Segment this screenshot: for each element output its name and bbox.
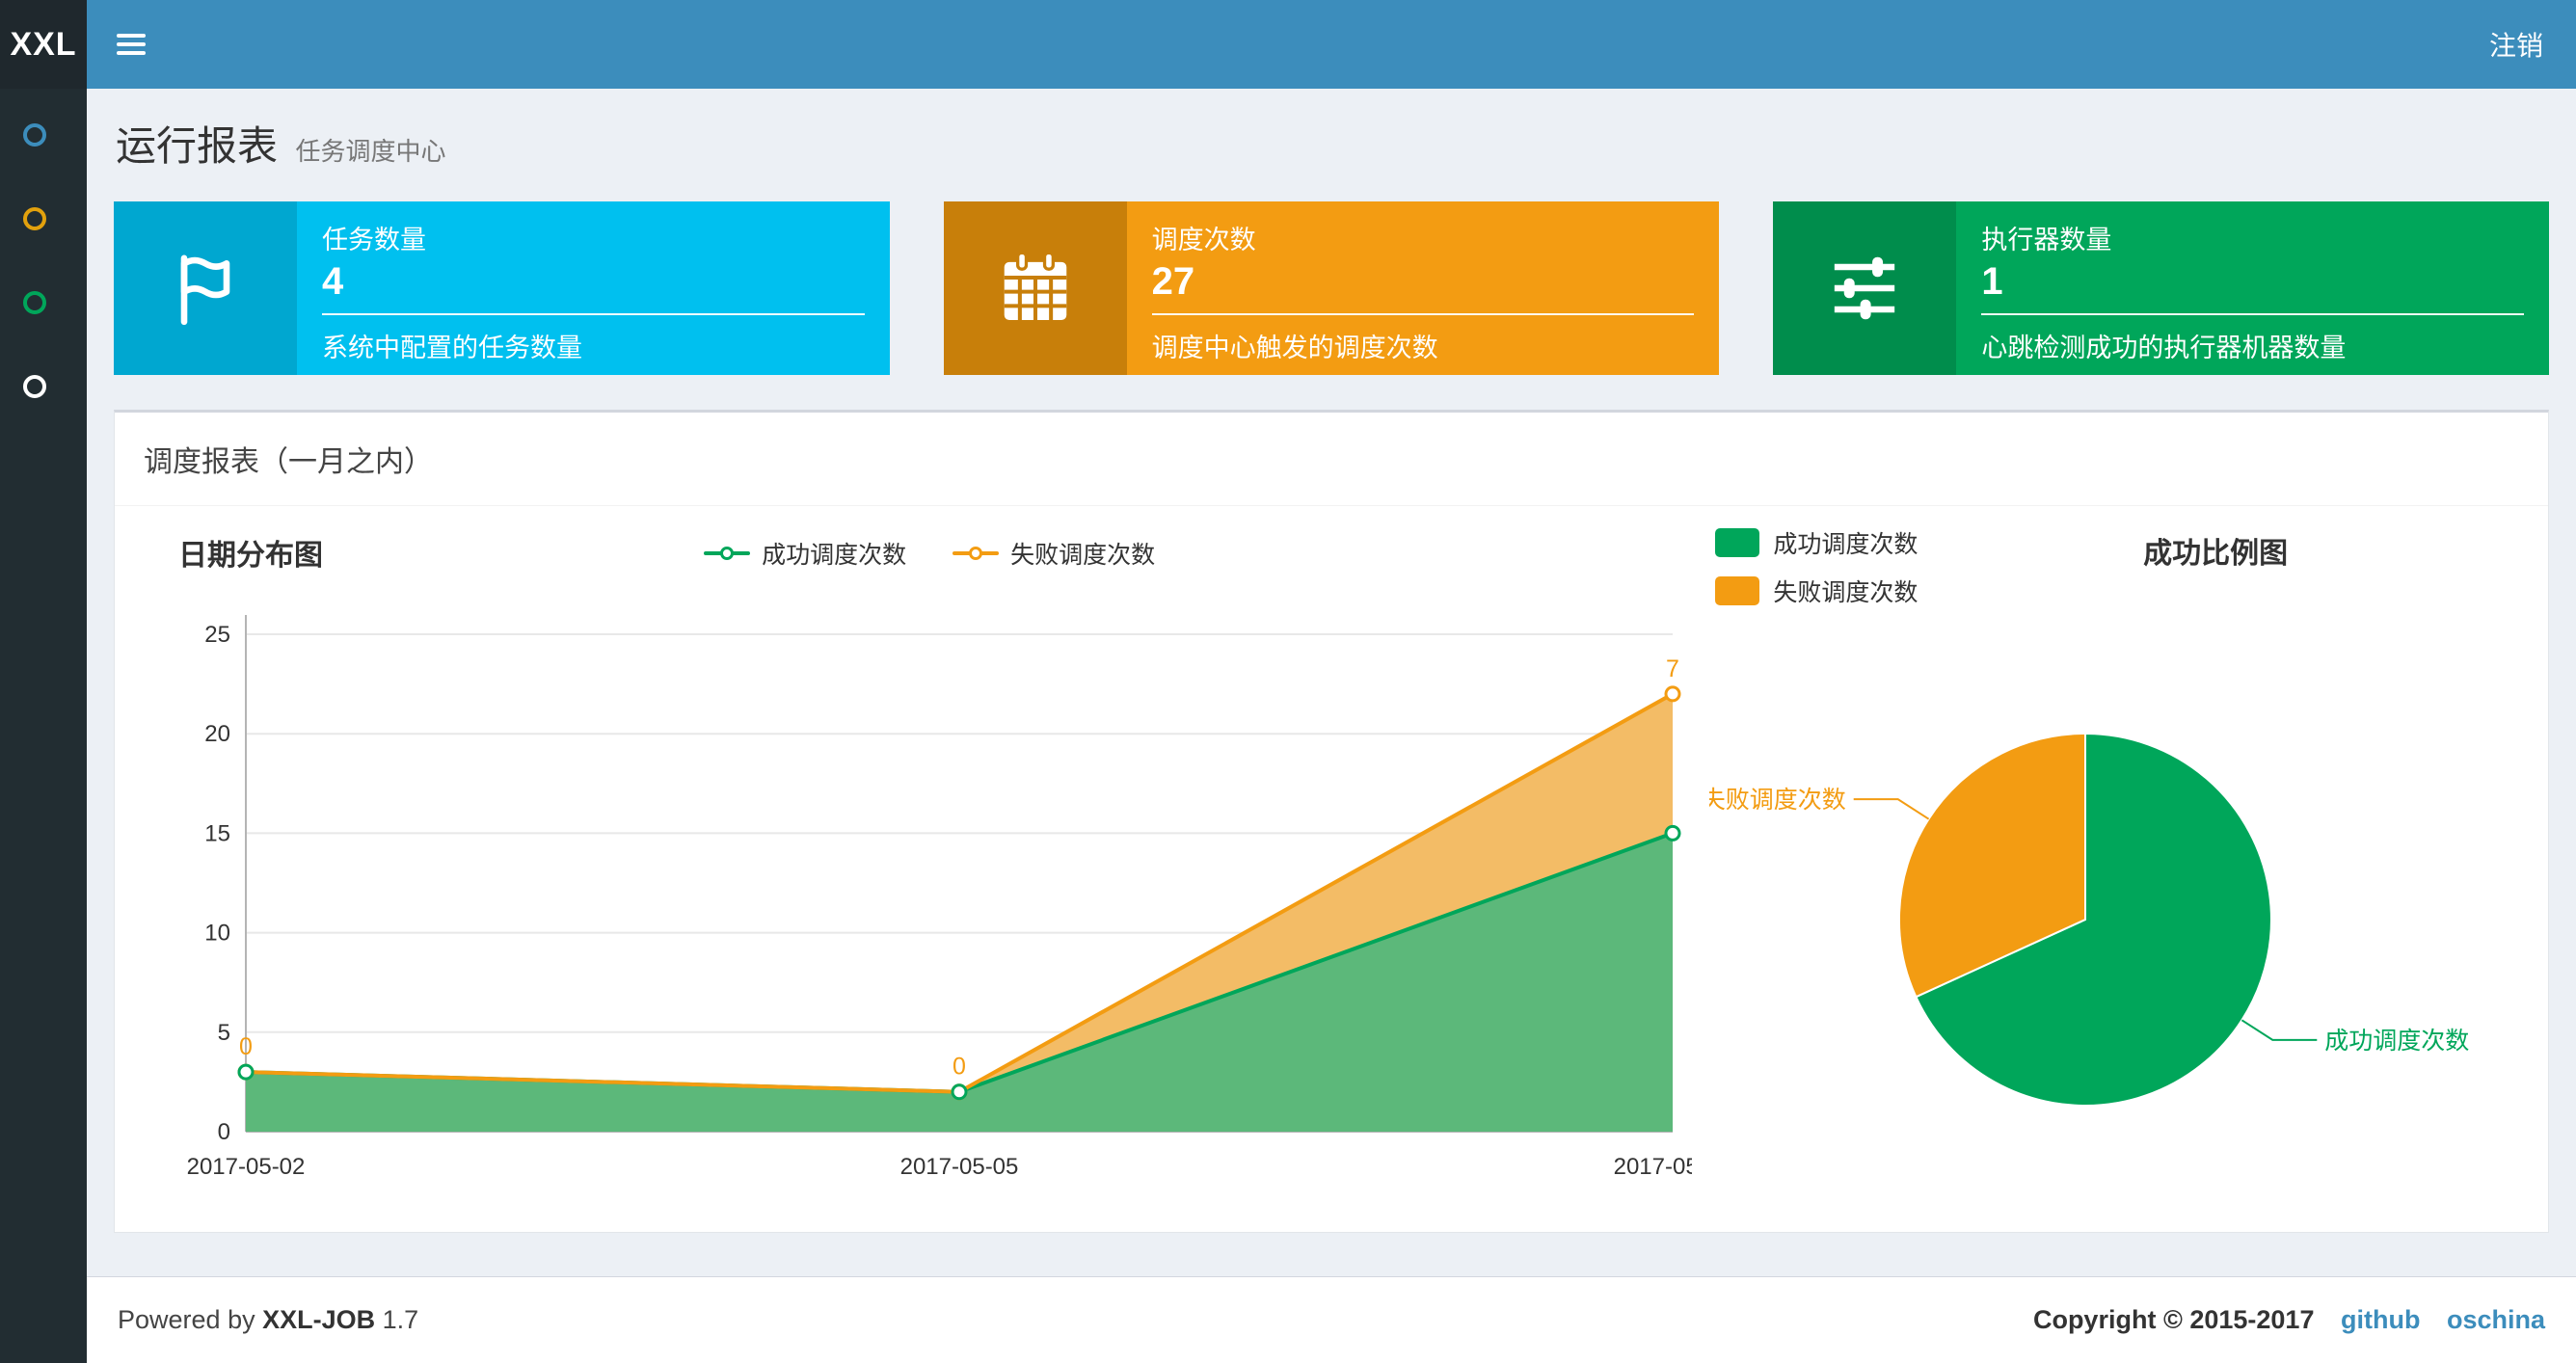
- point-label: 7: [1666, 655, 1679, 682]
- line-chart-title: 日期分布图: [178, 540, 323, 572]
- info-box-description: 系统中配置的任务数量: [322, 334, 582, 362]
- product-name: XXL-JOB: [262, 1305, 376, 1334]
- sidebar-item-executors[interactable]: [0, 344, 87, 428]
- x-tick-label: 2017-05-02: [187, 1154, 306, 1180]
- info-box-title: 执行器数量: [1981, 226, 2112, 254]
- pie-chart-legend: 成功调度次数 失败调度次数: [1709, 525, 1918, 608]
- line-marker-icon: [704, 547, 751, 560]
- info-box-title: 任务数量: [322, 226, 426, 254]
- legend-label: 失败调度次数: [1773, 579, 1919, 606]
- info-box-job-count[interactable]: 任务数量 4 系统中配置的任务数量: [114, 201, 890, 375]
- page-header: 运行报表 任务调度中心: [116, 114, 2547, 173]
- circle-icon: [23, 290, 46, 314]
- legend-item-success[interactable]: 成功调度次数: [704, 536, 906, 571]
- info-box-value: 1: [1981, 260, 2003, 303]
- info-box-value: 27: [1151, 260, 1195, 303]
- github-link[interactable]: github: [2341, 1305, 2420, 1334]
- pie-chart-title: 成功比例图: [2143, 538, 2289, 570]
- legend-label: 成功调度次数: [762, 542, 907, 569]
- flag-icon: [114, 201, 297, 375]
- page-subtitle: 任务调度中心: [295, 137, 446, 166]
- calendar-icon: [943, 201, 1127, 375]
- y-tick-label: 15: [204, 820, 230, 846]
- hamburger-icon: [117, 34, 146, 38]
- info-box-title: 调度次数: [1151, 226, 1256, 254]
- y-tick-label: 25: [204, 622, 230, 648]
- panel-title: 调度报表（一月之内）: [115, 413, 2548, 506]
- success-ratio-section: 成功调度次数 失败调度次数 成功比例图 成功调度次数 失败调度次数: [1702, 525, 2513, 1203]
- sidebar-toggle-button[interactable]: [87, 0, 175, 89]
- legend-item-fail[interactable]: 失败调度次数: [1715, 574, 1918, 608]
- date-distribution-chart: 05101520252017-05-022017-05-052017-05-08…: [187, 615, 1731, 1180]
- legend-item-fail[interactable]: 失败调度次数: [953, 536, 1155, 571]
- legend-label: 成功调度次数: [1773, 531, 1919, 558]
- line-chart-legend: 成功调度次数 失败调度次数: [704, 536, 1155, 571]
- info-box-trigger-count[interactable]: 调度次数 27 调度中心触发的调度次数: [943, 201, 1720, 375]
- point-label: 0: [239, 1033, 253, 1060]
- copyright: Copyright © 2015-2017: [2032, 1305, 2315, 1334]
- info-box-executor-count[interactable]: 执行器数量 1 心跳检测成功的执行器机器数量: [1773, 201, 2550, 375]
- divider: [1151, 313, 1695, 315]
- info-box-row: 任务数量 4 系统中配置的任务数量 调度次数 27 调度中心触发的调度次数 执行…: [114, 201, 2550, 375]
- navbar-spacer: [175, 0, 2456, 89]
- success-point[interactable]: [1664, 824, 1681, 842]
- legend-label: 失败调度次数: [1010, 542, 1156, 569]
- footer: Powered by XXL-JOB 1.7 Copyright © 2015-…: [87, 1276, 2576, 1363]
- x-tick-label: 2017-05-08: [1614, 1154, 1692, 1180]
- pie-callout-line: [1854, 798, 1930, 820]
- sidebar-item-jobs[interactable]: [0, 176, 87, 260]
- info-box-description: 心跳检测成功的执行器机器数量: [1981, 334, 2347, 362]
- page-title: 运行报表: [116, 123, 279, 169]
- success-point[interactable]: [237, 1063, 255, 1081]
- top-navbar: XXL 注销: [0, 0, 2576, 89]
- logout-link[interactable]: 注销: [2456, 0, 2576, 89]
- pie-callout-line: [2241, 1019, 2318, 1041]
- pie-slice-label: 失败调度次数: [1709, 787, 1846, 814]
- pie-slice-label: 成功调度次数: [2325, 1028, 2470, 1055]
- oschina-link[interactable]: oschina: [2447, 1305, 2545, 1334]
- circle-icon: [23, 374, 46, 398]
- circle-icon: [23, 206, 46, 230]
- sidebar-item-report[interactable]: [0, 93, 87, 176]
- info-box-description: 调度中心触发的调度次数: [1151, 334, 1438, 362]
- sliders-icon: [1773, 201, 1957, 375]
- y-tick-label: 0: [218, 1119, 230, 1145]
- swatch-icon: [1715, 528, 1760, 557]
- info-box-value: 4: [322, 260, 344, 303]
- sidebar: [0, 89, 87, 1363]
- content-area: 运行报表 任务调度中心 任务数量 4 系统中配置的任务数量 调度次数 27 调度…: [87, 89, 2576, 1276]
- y-tick-label: 20: [204, 721, 230, 747]
- y-tick-label: 10: [204, 921, 230, 947]
- legend-item-success[interactable]: 成功调度次数: [1715, 525, 1918, 560]
- circle-icon: [23, 122, 46, 147]
- point-label: 0: [953, 1054, 966, 1081]
- powered-by: Powered by XXL-JOB 1.7: [118, 1305, 419, 1334]
- divider: [322, 313, 865, 315]
- line-marker-icon: [953, 547, 1000, 560]
- success-point[interactable]: [951, 1083, 968, 1101]
- app-logo[interactable]: XXL: [0, 0, 87, 89]
- success-ratio-chart: 成功调度次数 失败调度次数: [1702, 732, 2470, 1107]
- fail-point[interactable]: [1664, 685, 1681, 703]
- report-panel: 调度报表（一月之内） 日期分布图 成功调度次数 失败调度次数 0 5 10 15…: [114, 410, 2549, 1233]
- date-distribution-section: 日期分布图 成功调度次数 失败调度次数 0 5 10 15 20 25 2017…: [149, 525, 1731, 1203]
- y-tick-label: 5: [218, 1020, 230, 1046]
- sidebar-item-logs[interactable]: [0, 260, 87, 344]
- x-tick-label: 2017-05-05: [900, 1154, 1019, 1180]
- swatch-icon: [1715, 576, 1760, 605]
- divider: [1981, 313, 2525, 315]
